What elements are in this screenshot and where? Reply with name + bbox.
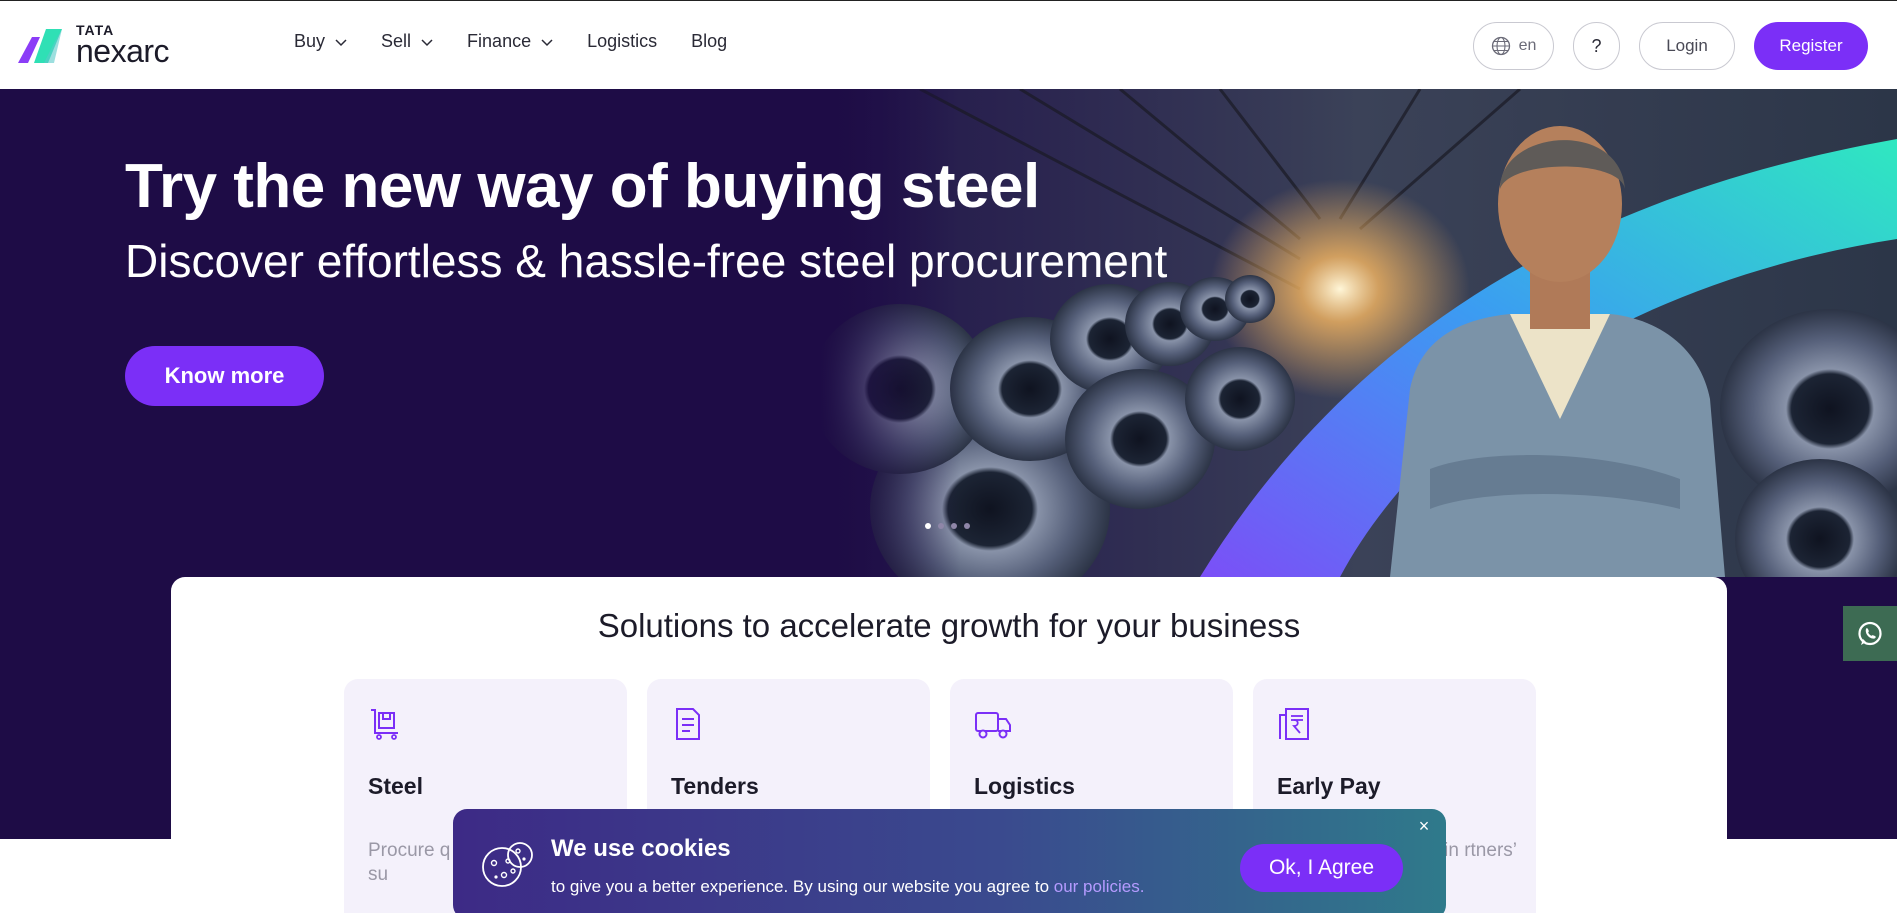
cookie-banner: We use cookies to give you a better expe… xyxy=(453,809,1446,913)
cookie-icon xyxy=(482,842,533,887)
logo-nexarc-text: nexarc xyxy=(76,33,170,69)
nav-item-label: Blog xyxy=(691,31,728,51)
nav-item-label: Buy xyxy=(294,31,326,51)
language-selector[interactable]: en xyxy=(1473,22,1554,70)
help-label: ? xyxy=(1591,35,1602,56)
chevron-down-icon xyxy=(335,38,347,46)
solutions-title: Solutions to accelerate growth for your … xyxy=(597,607,1301,644)
nav-item-logistics[interactable]: Logistics xyxy=(587,31,657,52)
nexarc-logo-mark-icon xyxy=(18,29,62,63)
cookie-title: We use cookies xyxy=(551,835,731,862)
help-button[interactable]: ? xyxy=(1573,22,1620,70)
card-title: Steel xyxy=(368,773,423,799)
globe-icon xyxy=(1491,36,1510,56)
cookie-message: to give you a better experience. By usin… xyxy=(551,877,1144,897)
carousel-dot[interactable] xyxy=(925,523,931,529)
truck-icon xyxy=(975,712,1011,739)
chevron-down-icon xyxy=(541,38,553,46)
cart-icon xyxy=(371,709,398,740)
carousel-dot[interactable] xyxy=(951,523,957,529)
tata-nexarc-logo[interactable]: TATA nexarc xyxy=(18,23,198,67)
nav-item-label: Sell xyxy=(381,31,412,51)
register-button[interactable]: Register xyxy=(1754,22,1868,70)
nav-item-finance[interactable]: Finance xyxy=(467,31,553,52)
card-title: Tenders xyxy=(671,773,759,799)
login-button[interactable]: Login xyxy=(1639,22,1735,70)
know-more-button[interactable]: Know more xyxy=(125,346,324,406)
hero-title: Try the new way of buying steel xyxy=(125,152,1040,221)
cookie-agree-button[interactable]: Ok, I Agree xyxy=(1240,844,1403,892)
document-icon xyxy=(676,708,700,740)
nav-item-sell[interactable]: Sell xyxy=(381,31,433,52)
whatsapp-button[interactable] xyxy=(1843,606,1897,661)
language-label: en xyxy=(1518,37,1537,54)
whatsapp-icon xyxy=(1858,621,1882,645)
cookie-message-text: to give you a better experience. By usin… xyxy=(551,877,1054,896)
site-header: TATA nexarc Buy Sell Finance Logistics B… xyxy=(0,0,1897,89)
hero-subtitle: Discover effortless & hassle-free steel … xyxy=(125,235,1168,287)
nav-item-blog[interactable]: Blog xyxy=(691,31,727,52)
carousel-dot[interactable] xyxy=(938,523,944,529)
nav-item-label: Finance xyxy=(467,31,532,51)
invoice-rupee-icon xyxy=(1279,708,1309,740)
nav-item-buy[interactable]: Buy xyxy=(294,31,347,52)
nav-item-label: Logistics xyxy=(587,31,658,51)
card-title: Early Pay xyxy=(1277,773,1381,799)
card-title: Logistics xyxy=(974,773,1075,799)
main-nav: Buy Sell Finance Logistics Blog xyxy=(294,31,761,52)
carousel-dots xyxy=(925,523,970,529)
close-icon[interactable]: × xyxy=(1415,817,1433,835)
carousel-dot[interactable] xyxy=(964,523,970,529)
chevron-down-icon xyxy=(421,38,433,46)
policies-link[interactable]: our policies. xyxy=(1054,877,1145,896)
